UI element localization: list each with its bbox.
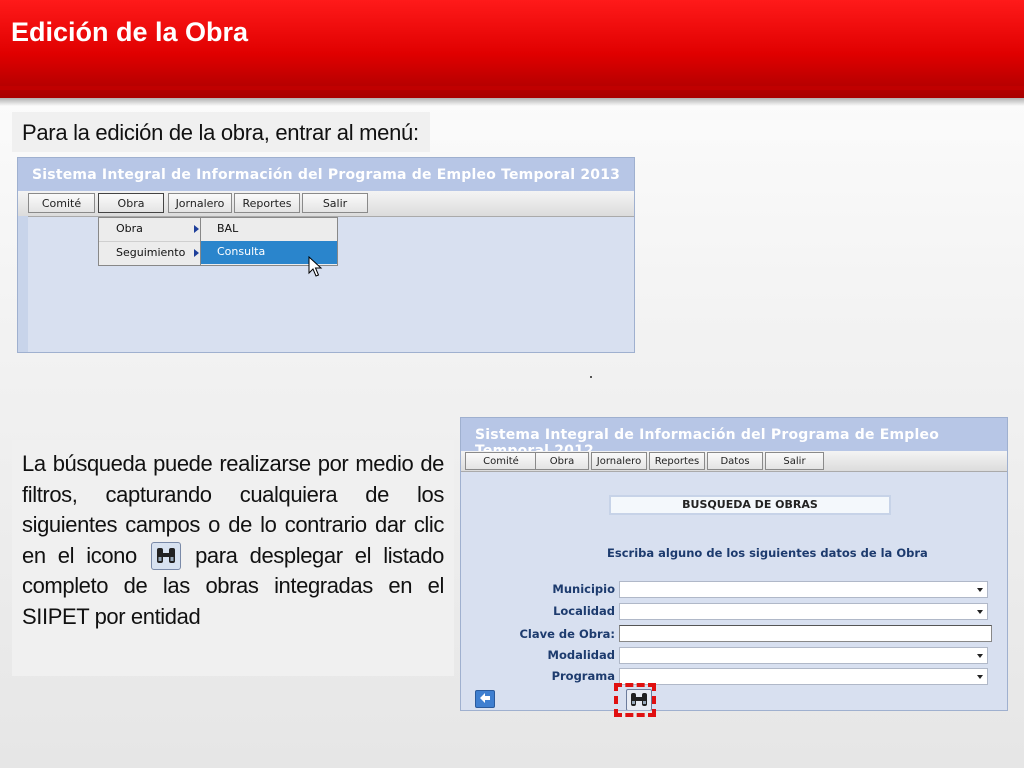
menu-salir[interactable]: Salir (765, 452, 824, 470)
municipio-select[interactable] (619, 581, 988, 598)
municipio-label: Municipio (552, 582, 615, 596)
intro-text: Para la edición de la obra, entrar al me… (12, 112, 430, 152)
menu-obra[interactable]: Obra (98, 193, 164, 213)
search-button-highlight (614, 683, 656, 717)
dropdown-arrow-icon (977, 654, 983, 658)
search-instruction: Escriba alguno de los siguientes datos d… (607, 546, 928, 560)
obra-dropdown: Obra Seguimiento (98, 217, 204, 266)
programa-select[interactable] (619, 668, 988, 685)
submenu-arrow-icon (194, 225, 199, 233)
menu-jornalero[interactable]: Jornalero (168, 193, 232, 213)
dropdown-arrow-icon (977, 675, 983, 679)
description-text: La búsqueda puede realizarse por medio d… (22, 449, 444, 632)
dropdown-item-label: Obra (116, 222, 143, 235)
menu-comite[interactable]: Comité (465, 452, 537, 470)
back-button[interactable] (475, 690, 495, 708)
clave-obra-label: Clave de Obra: (519, 627, 615, 641)
clave-obra-input[interactable] (619, 625, 992, 642)
dropdown-arrow-icon (977, 610, 983, 614)
header-shadow (0, 98, 1024, 106)
dropdown-item-obra[interactable]: Obra (99, 218, 203, 242)
menu-obra[interactable]: Obra (535, 452, 589, 470)
menu-comite[interactable]: Comité (28, 193, 95, 213)
menu-screenshot: Sistema Integral de Información del Prog… (17, 157, 635, 353)
slide-title: Edición de la Obra (11, 17, 249, 47)
slide-header (0, 0, 1024, 98)
app-title-bar: Sistema Integral de Información del Prog… (461, 418, 1007, 459)
menu-jornalero[interactable]: Jornalero (591, 452, 647, 470)
programa-label: Programa (551, 669, 615, 683)
menu-bar: Comité Obra Jornalero Reportes Salir (18, 191, 634, 217)
binoculars-icon (150, 541, 181, 570)
content-left-strip (18, 216, 28, 352)
search-title: BUSQUEDA DE OBRAS (609, 495, 891, 515)
submenu-arrow-icon (194, 249, 199, 257)
dropdown-item-seguimiento[interactable]: Seguimiento (99, 242, 203, 265)
menu-salir[interactable]: Salir (302, 193, 368, 213)
dropdown-item-label: Seguimiento (116, 246, 186, 259)
menu-bar: Comité Obra Jornalero Reportes Datos Sal… (461, 451, 1007, 472)
header-divider (0, 86, 1024, 90)
localidad-label: Localidad (553, 604, 615, 618)
menu-datos[interactable]: Datos (707, 452, 763, 470)
dropdown-arrow-icon (977, 588, 983, 592)
menu-reportes[interactable]: Reportes (234, 193, 300, 213)
localidad-select[interactable] (619, 603, 988, 620)
app-title-bar: Sistema Integral de Información del Prog… (18, 158, 634, 191)
menu-reportes[interactable]: Reportes (649, 452, 705, 470)
search-screenshot: Sistema Integral de Información del Prog… (460, 417, 1008, 711)
submenu-item-bal[interactable]: BAL (201, 218, 337, 241)
mouse-pointer-icon (308, 256, 323, 277)
modalidad-label: Modalidad (547, 648, 615, 662)
back-arrow-icon (480, 693, 490, 703)
modalidad-select[interactable] (619, 647, 988, 664)
stray-dot (590, 376, 592, 378)
